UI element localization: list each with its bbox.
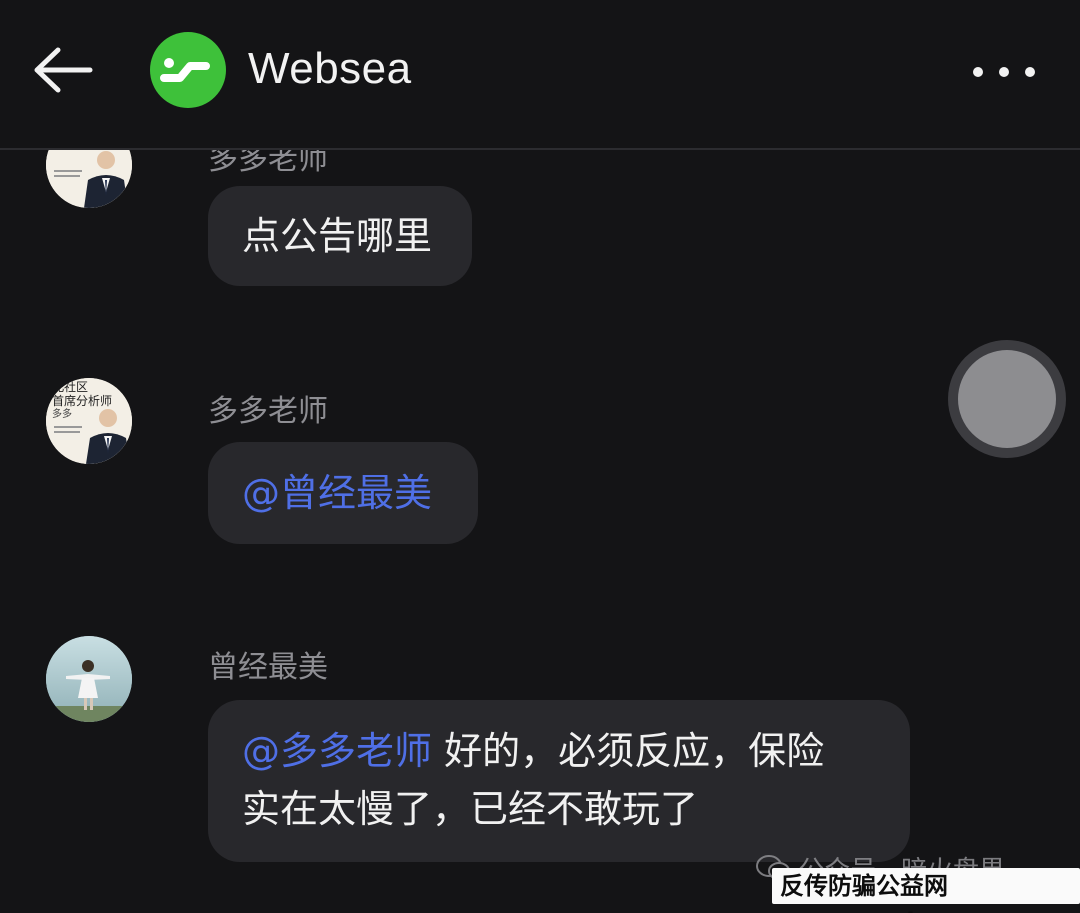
more-options-button[interactable] <box>964 52 1044 92</box>
chat-title: Websea <box>248 44 412 93</box>
avatar-caption-line: 首席分析师 <box>52 394 113 408</box>
mention-link[interactable]: @多多老师 <box>242 729 432 773</box>
message-bubble[interactable]: 点公告哪里 <box>208 186 472 286</box>
sender-name: 曾经最美 <box>208 650 328 685</box>
websea-logo <box>150 32 226 108</box>
message-text: 好的，必须反应，保险 <box>432 729 825 773</box>
message-text: 点公告哪里 <box>242 214 433 258</box>
avatar[interactable] <box>46 636 132 722</box>
message-line: @多多老师 好的，必须反应，保险 <box>242 722 876 780</box>
top-app-bar: Websea <box>0 0 1080 150</box>
websea-logo-icon <box>160 58 210 82</box>
avatar-caption-line: 北社区 <box>52 380 89 394</box>
more-horizontal-icon <box>973 67 1035 77</box>
user-avatar-icon <box>46 636 132 722</box>
back-button[interactable] <box>28 40 98 100</box>
sender-name: 多多老师 <box>208 394 328 429</box>
chat-screen: 多多老师 点公告哪里 北社区 首席分析师 多多 多多老师 @曾经最美 曾经最美 … <box>0 0 1080 913</box>
watermark-banner: 反传防骗公益网 www.wazi.cc <box>772 868 1080 913</box>
floating-action-button[interactable] <box>948 340 1066 458</box>
message-bubble[interactable]: @多多老师 好的，必须反应，保险 实在太慢了，已经不敢玩了 <box>208 700 910 862</box>
avatar[interactable]: 北社区 首席分析师 多多 <box>46 378 132 464</box>
floating-button-inner <box>958 350 1056 448</box>
message-line: 实在太慢了，已经不敢玩了 <box>242 787 699 831</box>
message-bubble[interactable]: @曾经最美 <box>208 442 478 544</box>
mention-link[interactable]: @曾经最美 <box>242 471 432 515</box>
avatar-caption-line: 多多 <box>52 409 72 420</box>
avatar-caption: 北社区 首席分析师 多多 <box>52 380 112 422</box>
arrow-left-icon <box>34 47 93 93</box>
